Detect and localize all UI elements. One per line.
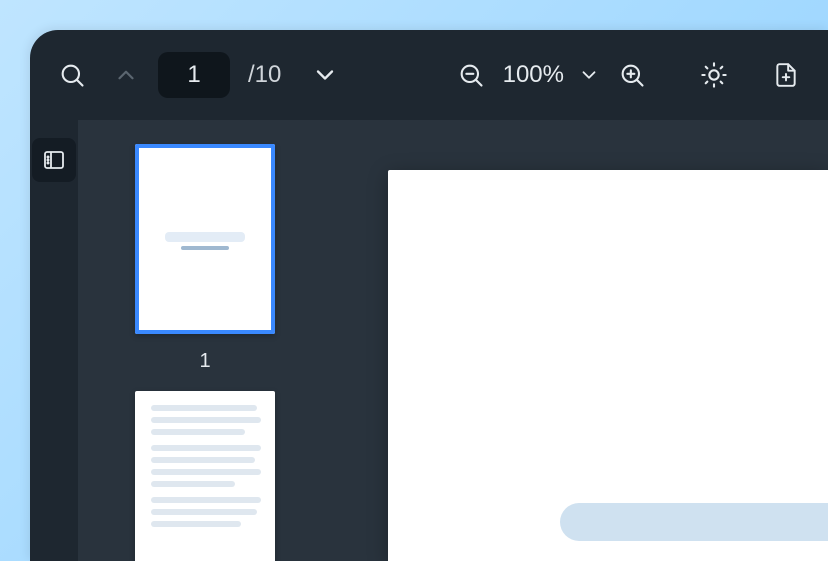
thumbnail-page-number: 1 [199,350,210,373]
zoom-dropdown-button[interactable] [574,53,604,97]
document-viewer[interactable] [332,120,828,561]
search-button[interactable] [50,53,94,97]
thumbnail-page-1[interactable] [135,144,275,334]
sidebar-panel-icon [42,148,66,172]
zoom-controls: 100% [449,53,654,97]
floating-pill[interactable] [560,503,828,541]
search-icon [58,61,86,89]
right-tool-group [692,53,808,97]
next-page-button[interactable] [303,53,347,97]
zoom-level-label[interactable]: 100% [499,61,568,89]
thumbnail-content-line [181,246,229,250]
thumbnail-content-line [151,481,235,487]
new-page-button[interactable] [764,53,808,97]
thumbnail-content-line [151,509,257,515]
toolbar: /10 100% [30,30,828,120]
chevron-down-icon [311,61,339,89]
thumbnail-content-line [151,405,257,411]
thumbnail-item [78,391,332,561]
body: 1 [30,120,828,561]
sidebar-rail [30,120,78,561]
thumbnail-content-line [151,417,261,423]
thumbnail-content-line [151,469,261,475]
thumbnail-content-line [151,497,261,503]
page-total-label: /10 [248,61,281,89]
toggle-thumbnails-button[interactable] [32,138,76,182]
current-page-input[interactable] [158,52,230,98]
chevron-up-icon [113,62,139,88]
zoom-out-icon [457,61,485,89]
thumbnail-content-line [151,457,255,463]
zoom-out-button[interactable] [449,53,493,97]
thumbnail-content-line [151,521,241,527]
thumbnail-page-2[interactable] [135,391,275,561]
zoom-in-button[interactable] [610,53,654,97]
thumbnail-item: 1 [78,144,332,373]
zoom-in-icon [618,61,646,89]
thumbnail-content-line [165,232,245,242]
brightness-icon [700,61,728,89]
new-page-icon [773,62,799,88]
thumbnail-content-line [151,429,245,435]
thumbnail-content-line [151,445,261,451]
app-window: /10 100% [30,30,828,561]
brightness-button[interactable] [692,53,736,97]
chevron-down-icon [578,64,600,86]
thumbnail-panel: 1 [78,120,332,561]
prev-page-button[interactable] [104,53,148,97]
